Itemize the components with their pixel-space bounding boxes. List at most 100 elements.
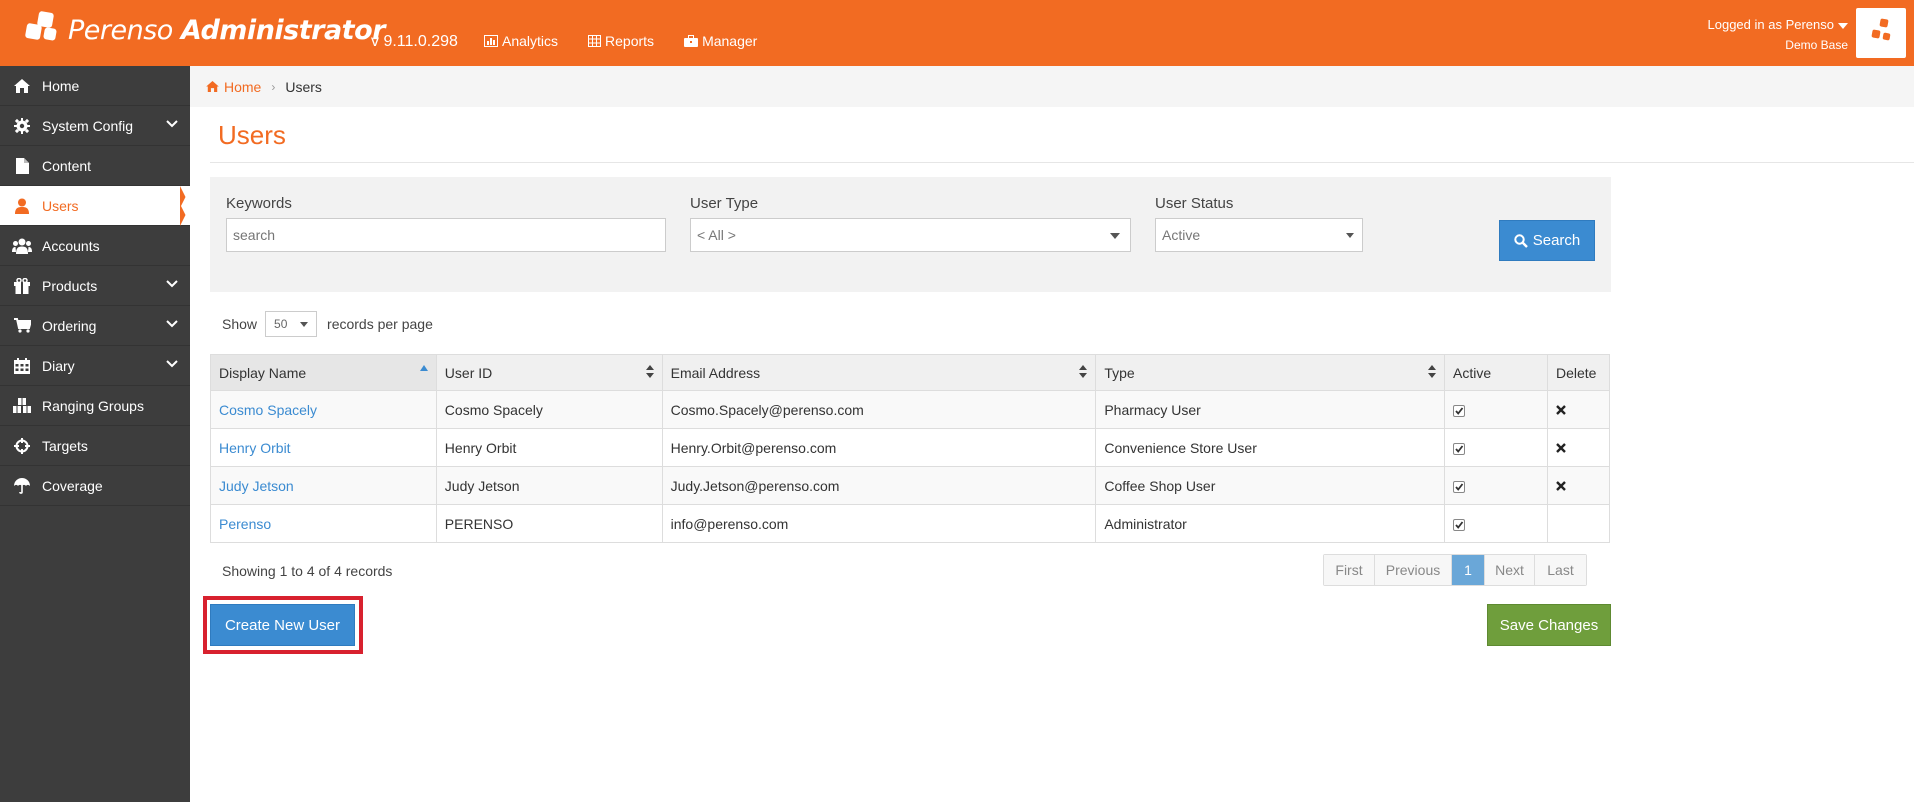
database-name: Demo Base — [1785, 38, 1848, 52]
sidebar-item-content[interactable]: Content — [0, 146, 190, 186]
pagination-previous[interactable]: Previous — [1375, 555, 1452, 585]
search-button[interactable]: Search — [1499, 220, 1595, 261]
pagination-page-1[interactable]: 1 — [1452, 555, 1485, 585]
check-icon — [1455, 521, 1464, 529]
column-email-address[interactable]: Email Address — [661, 354, 1097, 391]
type-cell: Pharmacy User — [1095, 390, 1446, 429]
gear-icon — [12, 116, 32, 136]
sidebar-item-home[interactable]: Home — [0, 66, 190, 106]
display-name-link[interactable]: Perenso — [210, 504, 437, 543]
users-table: Display Name User ID Email Address Type … — [210, 354, 1611, 543]
user-icon — [12, 196, 32, 216]
table-row: Perenso PERENSO info@perenso.com Adminis… — [210, 504, 1611, 543]
delete-icon[interactable] — [1556, 404, 1566, 415]
column-type[interactable]: Type — [1095, 354, 1446, 391]
table-header-row: Display Name User ID Email Address Type … — [210, 354, 1611, 391]
sort-asc-icon — [419, 365, 428, 371]
active-checkbox[interactable] — [1453, 480, 1466, 493]
cubes-icon — [12, 396, 32, 416]
caret-down-icon — [300, 322, 309, 327]
user-id-cell: Cosmo Spacely — [435, 390, 663, 429]
sidebar-item-products[interactable]: Products — [0, 266, 190, 306]
home-icon — [206, 81, 219, 92]
user-status-select[interactable]: Active — [1155, 218, 1363, 252]
users-icon — [12, 236, 32, 256]
create-new-user-button[interactable]: Create New User — [210, 604, 355, 646]
sidebar: Home System Config Content Users Account… — [0, 66, 191, 802]
save-changes-button[interactable]: Save Changes — [1487, 604, 1611, 646]
search-icon — [1514, 233, 1528, 248]
user-type-select[interactable]: < All > — [690, 218, 1131, 252]
chart-icon — [484, 35, 498, 47]
pagination-first[interactable]: First — [1324, 555, 1375, 585]
display-name-link[interactable]: Judy Jetson — [210, 466, 437, 505]
sidebar-item-coverage[interactable]: Coverage — [0, 466, 190, 506]
logged-in-label: Logged in as Perenso — [1707, 17, 1834, 32]
user-id-cell: PERENSO — [435, 504, 663, 543]
table-row: Cosmo Spacely Cosmo Spacely Cosmo.Spacel… — [210, 390, 1611, 429]
crosshairs-icon — [12, 436, 32, 456]
check-icon — [1455, 445, 1464, 453]
column-user-id[interactable]: User ID — [435, 354, 663, 391]
cart-icon — [12, 316, 32, 336]
active-cell — [1444, 390, 1548, 429]
caret-down-icon — [1346, 233, 1354, 238]
active-checkbox[interactable] — [1453, 518, 1466, 531]
records-info: Showing 1 to 4 of 4 records — [222, 563, 393, 579]
sidebar-item-diary[interactable]: Diary — [0, 346, 190, 386]
email-cell: Judy.Jetson@perenso.com — [661, 466, 1097, 505]
active-checkbox[interactable] — [1453, 442, 1466, 455]
sidebar-item-system-config[interactable]: System Config — [0, 106, 190, 146]
user-menu[interactable]: Logged in as Perenso Demo Base — [1708, 15, 1848, 55]
umbrella-icon — [12, 476, 32, 496]
briefcase-icon — [684, 35, 699, 47]
sidebar-item-ordering[interactable]: Ordering — [0, 306, 190, 346]
active-indicator — [180, 186, 190, 226]
keywords-input[interactable] — [226, 218, 666, 252]
sidebar-item-accounts[interactable]: Accounts — [0, 226, 190, 266]
type-cell: Administrator — [1095, 504, 1446, 543]
home-icon — [12, 76, 32, 96]
table-icon — [588, 35, 602, 47]
nav-analytics[interactable]: Analytics — [484, 33, 558, 49]
breadcrumb-home[interactable]: Home — [206, 79, 261, 95]
column-display-name[interactable]: Display Name — [210, 354, 437, 391]
gift-icon — [12, 276, 32, 296]
page-title: Users — [218, 120, 286, 150]
type-cell: Coffee Shop User — [1095, 466, 1446, 505]
avatar[interactable] — [1856, 8, 1906, 58]
delete-icon[interactable] — [1556, 442, 1566, 453]
pagination-last[interactable]: Last — [1535, 555, 1586, 585]
top-nav: Analytics Reports Manager — [484, 33, 787, 49]
page-size-select[interactable]: 50 — [265, 311, 318, 337]
brand[interactable]: Perenso Administrator — [24, 10, 385, 50]
email-cell: info@perenso.com — [661, 504, 1097, 543]
file-icon — [12, 156, 32, 176]
sidebar-item-targets[interactable]: Targets — [0, 426, 190, 466]
version-label: v 9.11.0.298 — [371, 33, 458, 50]
top-header: Perenso Administrator v 9.11.0.298 Analy… — [0, 0, 1914, 66]
display-name-link[interactable]: Cosmo Spacely — [210, 390, 437, 429]
display-name-link[interactable]: Henry Orbit — [210, 428, 437, 467]
active-checkbox[interactable] — [1453, 404, 1466, 417]
email-cell: Henry.Orbit@perenso.com — [661, 428, 1097, 467]
user-type-label: User Type — [690, 195, 759, 212]
table-row: Judy Jetson Judy Jetson Judy.Jetson@pere… — [210, 466, 1611, 505]
sidebar-item-users[interactable]: Users — [0, 186, 191, 226]
chevron-down-icon — [166, 280, 178, 288]
active-cell — [1444, 504, 1548, 543]
email-cell: Cosmo.Spacely@perenso.com — [661, 390, 1097, 429]
breadcrumb: Home › Users — [190, 66, 1914, 107]
nav-reports[interactable]: Reports — [588, 33, 654, 49]
column-delete: Delete — [1546, 354, 1611, 391]
delete-icon[interactable] — [1556, 480, 1566, 491]
column-active: Active — [1444, 354, 1548, 391]
table-row: Henry Orbit Henry Orbit Henry.Orbit@pere… — [210, 428, 1611, 467]
delete-cell — [1546, 390, 1611, 429]
nav-manager[interactable]: Manager — [684, 33, 757, 49]
sidebar-item-ranging-groups[interactable]: Ranging Groups — [0, 386, 190, 426]
sort-icon — [1079, 365, 1088, 378]
delete-cell — [1546, 466, 1611, 505]
pagination-next[interactable]: Next — [1485, 555, 1535, 585]
page-size-control: Show 50 records per page — [222, 311, 433, 337]
